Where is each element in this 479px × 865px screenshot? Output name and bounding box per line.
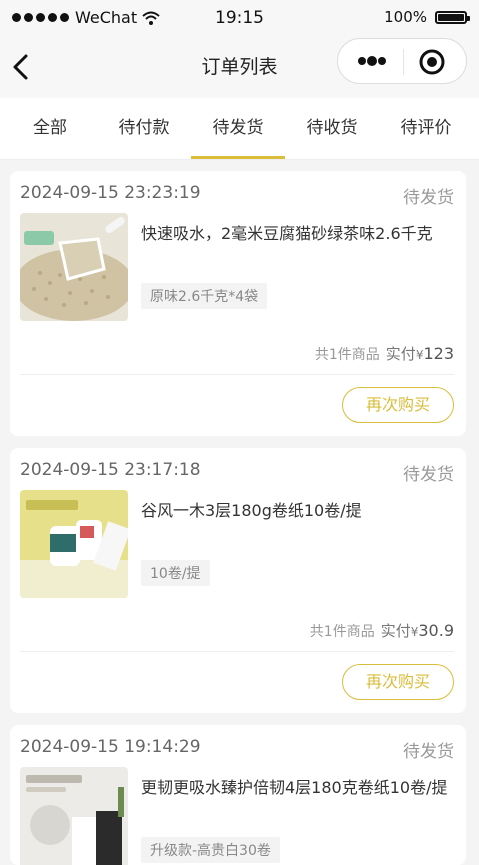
paid-amount: 123 [423,344,454,363]
battery-group: 100% [384,8,470,26]
order-card[interactable]: 2024-09-15 19:14:29 待发货 更韧更吸水臻护倍韧4层180克卷… [10,725,466,865]
tab-pending-review[interactable]: 待评价 [379,98,473,158]
tab-pending-shipment[interactable]: 待发货 [191,98,285,159]
product-spec: 原味2.6千克*4袋 [141,283,268,309]
capsule-divider [403,49,404,75]
status-bar: WeChat 19:15 100% [0,0,479,36]
battery-icon [435,10,470,24]
more-icon[interactable] [352,47,398,75]
nav-bar: 订单列表 [0,36,479,98]
battery-percent: 100% [384,8,427,26]
item-count: 共1件商品 [314,347,380,363]
mini-program-capsule [337,38,467,84]
close-miniprogram-icon[interactable] [418,48,446,76]
product-name[interactable]: 快速吸水，2毫米豆腐猫砂绿茶味2.6千克 [141,223,453,245]
order-card[interactable]: 2024-09-15 23:17:18 待发货 谷风一木3层180g卷纸10卷/… [10,448,466,713]
order-summary: 共1件商品 实付¥30.9 [310,620,454,641]
tab-pending-receipt[interactable]: 待收货 [285,98,379,158]
order-time: 2024-09-15 23:23:19 [20,183,201,203]
product-name[interactable]: 更韧更吸水臻护倍韧4层180克卷纸10卷/提 [141,777,453,799]
order-status: 待发货 [403,742,454,762]
item-count: 共1件商品 [309,624,375,640]
card-divider [20,651,454,652]
rebuy-button[interactable]: 再次购买 [342,387,454,423]
order-card[interactable]: 2024-09-15 23:23:19 待发货 快速吸水，2毫米豆腐猫砂绿茶味2… [10,171,466,436]
order-tabs: 全部 待付款 待发货 待收货 待评价 [0,98,479,160]
order-time: 2024-09-15 19:14:29 [20,737,201,757]
paid-label: 实付 [380,622,411,640]
product-spec: 升级款-高贵白30卷 [141,837,280,863]
rebuy-button[interactable]: 再次购买 [342,664,454,700]
tab-all[interactable]: 全部 [3,98,97,158]
product-name[interactable]: 谷风一木3层180g卷纸10卷/提 [141,500,453,522]
order-status: 待发货 [403,465,454,485]
product-spec: 10卷/提 [141,560,210,586]
paid-label: 实付 [385,345,416,363]
card-divider [20,374,454,375]
order-status: 待发货 [403,188,454,208]
product-image[interactable] [20,213,128,321]
product-image[interactable] [20,767,128,865]
order-time: 2024-09-15 23:17:18 [20,460,201,480]
tab-pending-payment[interactable]: 待付款 [97,98,191,158]
order-summary: 共1件商品 实付¥123 [315,343,454,364]
paid-amount: 30.9 [418,621,454,640]
product-image[interactable] [20,490,128,598]
